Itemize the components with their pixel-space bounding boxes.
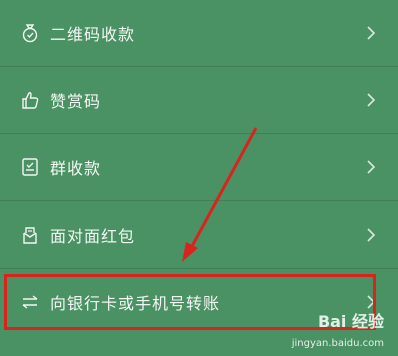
watermark-text: Bai 经验 bbox=[317, 312, 384, 331]
annotation-arrow bbox=[182, 127, 258, 262]
baidu-jingyan-watermark: Bai 经验 jingyan.baidu.com bbox=[292, 308, 384, 349]
watermark-url: jingyan.baidu.com bbox=[291, 338, 384, 349]
